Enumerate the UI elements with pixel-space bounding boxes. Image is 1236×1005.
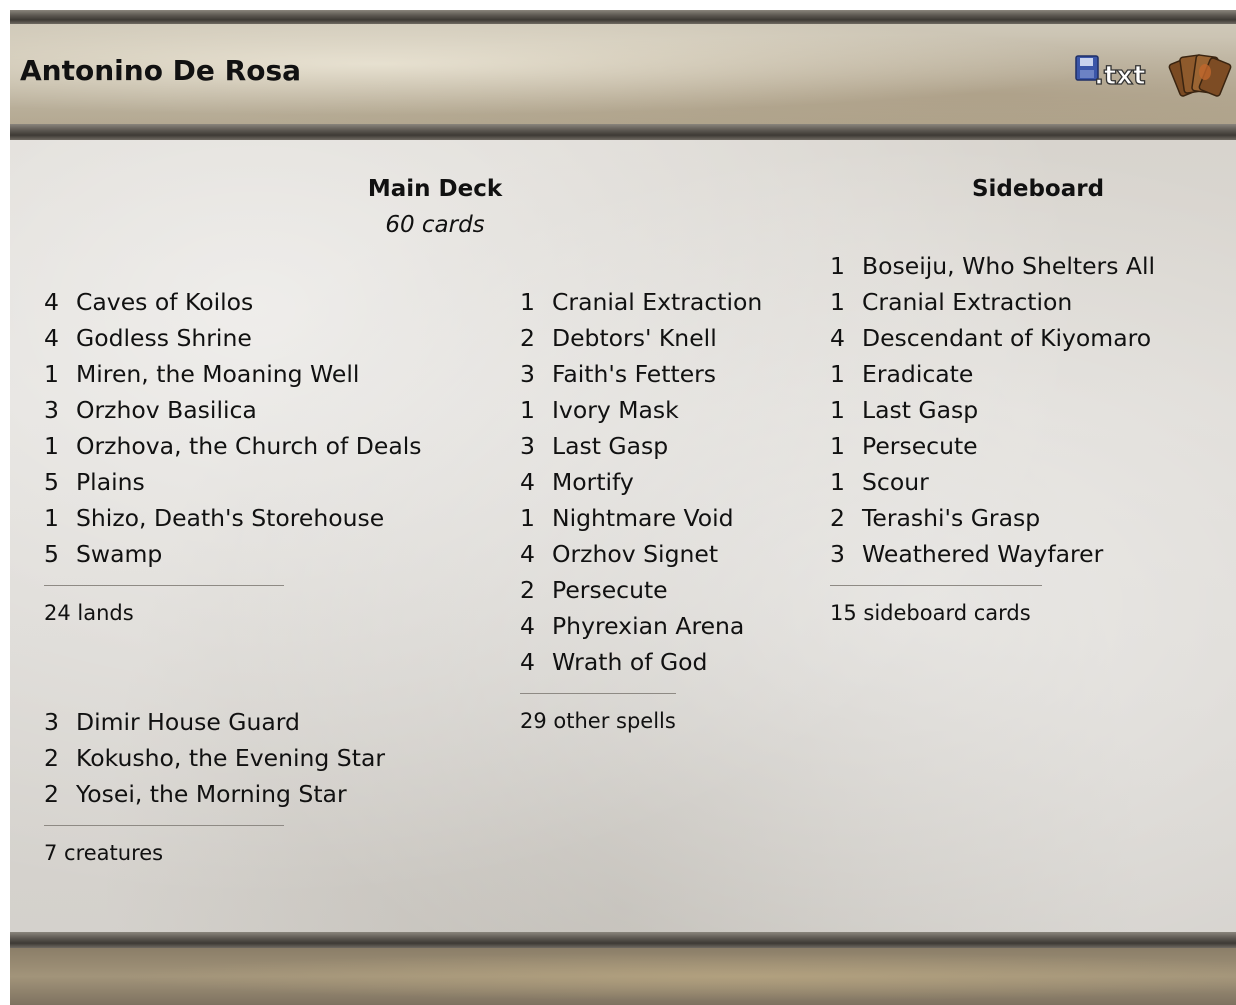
sideboard-title: Sideboard	[971, 176, 1105, 202]
list-item[interactable]: 3 Dimir House Guard	[44, 704, 385, 740]
list-item[interactable]: 4 Caves of Koilos	[44, 284, 422, 320]
list-item[interactable]: 1 Cranial Extraction	[830, 284, 1155, 320]
spells-list: 1 Cranial Extraction 2 Debtors' Knell 3 Fai…	[520, 284, 762, 680]
list-item[interactable]: 1 Ivory Mask	[520, 392, 762, 428]
list-item[interactable]: 3 Orzhov Basilica	[44, 392, 422, 428]
deck-cards-icon[interactable]	[1168, 50, 1232, 106]
list-item[interactable]: 2 Debtors' Knell	[520, 320, 762, 356]
footer-divider	[10, 932, 1236, 948]
list-item[interactable]: 1 Nightmare Void	[520, 500, 762, 536]
decklist-header: Antonino De Rosa .txt	[10, 24, 1236, 124]
sideboard-total: 15 sideboard cards	[830, 601, 1031, 625]
list-item[interactable]: 4 Phyrexian Arena	[520, 608, 762, 644]
list-item[interactable]: 3 Weathered Wayfarer	[830, 536, 1155, 572]
main-deck-count: 60 cards	[385, 212, 485, 238]
lands-divider	[44, 585, 284, 586]
creatures-total: 7 creatures	[44, 841, 164, 865]
creatures-divider	[44, 825, 284, 826]
creatures-list: 3 Dimir House Guard 2 Kokusho, the Evening…	[44, 704, 385, 812]
list-item[interactable]: 3 Last Gasp	[520, 428, 762, 464]
decklist-panel: Antonino De Rosa .txt Main Deck 60 cards…	[10, 10, 1236, 1005]
lands-total: 24 lands	[44, 601, 134, 625]
list-item[interactable]: 4 Orzhov Signet	[520, 536, 762, 572]
txt-label: .txt	[1094, 61, 1146, 88]
spells-divider	[520, 693, 676, 694]
list-item[interactable]: 5 Plains	[44, 464, 422, 500]
list-item[interactable]: 2 Persecute	[520, 572, 762, 608]
list-item[interactable]: 4 Mortify	[520, 464, 762, 500]
list-item[interactable]: 1 Miren, the Moaning Well	[44, 356, 422, 392]
list-item[interactable]: 2 Kokusho, the Evening Star	[44, 740, 385, 776]
download-txt-icon[interactable]: .txt	[1074, 54, 1160, 88]
list-item[interactable]: 2 Yosei, the Morning Star	[44, 776, 385, 812]
sideboard-divider	[830, 585, 1042, 586]
lands-list: 4 Caves of Koilos 4 Godless Shrine 1 Miren,…	[44, 284, 422, 572]
list-item[interactable]: 2 Terashi's Grasp	[830, 500, 1155, 536]
list-item[interactable]: 1 Cranial Extraction	[520, 284, 762, 320]
top-border	[10, 10, 1236, 24]
list-item[interactable]: 1 Scour	[830, 464, 1155, 500]
list-item[interactable]: 1 Shizo, Death's Storehouse	[44, 500, 422, 536]
player-name: Antonino De Rosa	[20, 54, 302, 87]
list-item[interactable]: 4 Descendant of Kiyomaro	[830, 320, 1155, 356]
list-item[interactable]: 1 Boseiju, Who Shelters All	[830, 248, 1155, 284]
header-divider	[10, 124, 1236, 140]
sideboard-list: 1 Boseiju, Who Shelters All 1 Cranial Extr…	[830, 248, 1155, 572]
list-item[interactable]: 1 Eradicate	[830, 356, 1155, 392]
list-item[interactable]: 1 Orzhova, the Church of Deals	[44, 428, 422, 464]
list-item[interactable]: 3 Faith's Fetters	[520, 356, 762, 392]
list-item[interactable]: 4 Godless Shrine	[44, 320, 422, 356]
spells-total: 29 other spells	[520, 709, 676, 733]
main-deck-title: Main Deck	[367, 176, 503, 202]
list-item[interactable]: 4 Wrath of God	[520, 644, 762, 680]
decklist-footer	[10, 948, 1236, 1005]
list-item[interactable]: 5 Swamp	[44, 536, 422, 572]
list-item[interactable]: 1 Persecute	[830, 428, 1155, 464]
list-item[interactable]: 1 Last Gasp	[830, 392, 1155, 428]
